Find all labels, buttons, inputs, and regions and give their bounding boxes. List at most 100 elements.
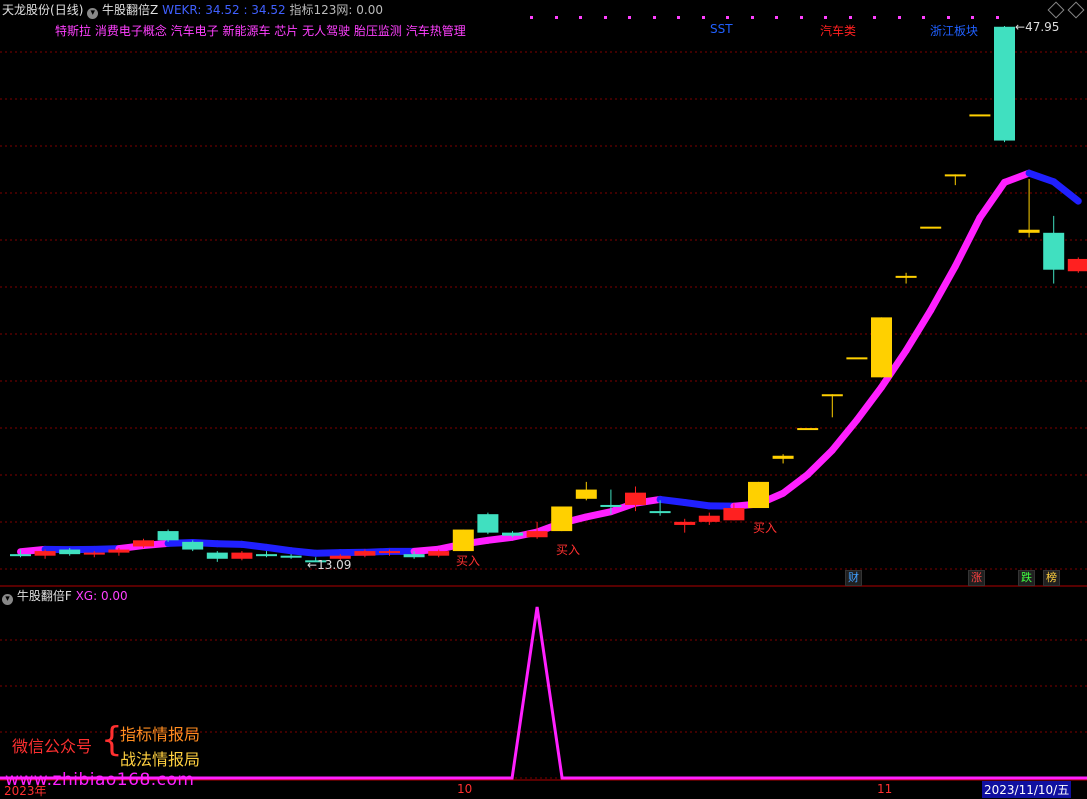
candle-body <box>945 174 966 176</box>
ma-segment <box>906 310 931 350</box>
candle-body <box>699 516 720 522</box>
candle-body <box>281 556 302 558</box>
candle-body <box>477 514 498 532</box>
index-label: 指标123网: 0.00 <box>289 3 382 17</box>
badge-cai[interactable]: 财 <box>845 570 862 586</box>
candle-body <box>453 530 474 552</box>
ma-segment <box>217 544 242 545</box>
dot-marker <box>873 16 876 19</box>
chart-grid <box>0 52 1087 778</box>
axis-current-date[interactable]: 2023/11/10/五 <box>982 781 1071 798</box>
candle-body <box>871 317 892 377</box>
candle-body <box>59 550 80 555</box>
buy-label-3: 买入 <box>753 519 777 536</box>
wechat-label: 微信公众号 <box>12 733 92 757</box>
ma-segment <box>1029 173 1054 182</box>
ma-segment <box>94 549 119 550</box>
badge-zhang[interactable]: 涨 <box>968 570 985 586</box>
ma-segment <box>931 266 956 310</box>
candle-body <box>797 428 818 430</box>
dot-marker <box>604 16 607 19</box>
dot-marker <box>653 16 656 19</box>
dot-marker <box>947 16 950 19</box>
ma-segment <box>316 553 341 554</box>
candle-body <box>182 542 203 550</box>
candle-body <box>650 511 671 513</box>
candle-body <box>969 114 990 116</box>
candle-body <box>428 551 449 556</box>
dot-marker <box>628 16 631 19</box>
candle-body <box>158 531 179 540</box>
candle-body <box>551 506 572 531</box>
sub-indicator-name[interactable]: 牛股翻倍F <box>17 589 72 603</box>
dot-marker <box>530 16 533 19</box>
axis-year: 2023年 <box>4 782 47 799</box>
watermark-line1: 指标情报局 <box>120 721 200 745</box>
axis-nov: 11 <box>877 782 892 796</box>
ma-segment <box>857 387 882 420</box>
badge-bang[interactable]: 榜 <box>1043 570 1060 586</box>
candlestick-series <box>10 26 1087 562</box>
price-chart <box>0 0 1087 797</box>
dot-marker <box>751 16 754 19</box>
candle-body <box>896 276 917 278</box>
ma-segment <box>685 502 710 505</box>
ma-segment <box>586 512 611 517</box>
dot-marker <box>677 16 680 19</box>
candle-body <box>994 27 1015 141</box>
candle-body <box>133 540 154 546</box>
badge-die[interactable]: 跌 <box>1018 570 1035 586</box>
dot-marker <box>555 16 558 19</box>
candle-body <box>527 531 548 537</box>
candle-body <box>748 482 769 508</box>
candle-body <box>10 554 31 556</box>
candle-body <box>84 553 105 555</box>
ma-segment <box>808 450 833 474</box>
ma-segment <box>267 547 292 550</box>
dot-marker <box>849 16 852 19</box>
candle-body <box>822 394 843 396</box>
tag-zhejiang: 浙江板块 <box>930 22 978 39</box>
dot-marker <box>996 16 999 19</box>
xg-value: XG: 0.00 <box>76 589 128 603</box>
dot-marker <box>579 16 582 19</box>
sub-dropdown-icon[interactable]: ▾ <box>2 594 13 605</box>
dot-marker <box>922 16 925 19</box>
axis-oct: 10 <box>457 782 472 796</box>
ma-segment <box>1054 182 1079 201</box>
candle-body <box>576 490 597 499</box>
ma-segment <box>291 551 316 553</box>
ma-segment <box>242 544 267 547</box>
ma-segment <box>832 420 857 450</box>
concept-tags: 特斯拉 消费电子概念 汽车电子 新能源车 芯片 无人驾驶 胎压监测 汽车热管理 <box>55 22 466 39</box>
sub-panel-header: ▾ 牛股翻倍F XG: 0.00 <box>2 588 128 605</box>
candle-body <box>35 551 56 556</box>
candle-body <box>231 553 252 559</box>
ma-segment <box>414 549 439 551</box>
wekr-value2: : 34.52 <box>243 3 285 17</box>
candle-body <box>404 554 425 557</box>
dot-marker <box>775 16 778 19</box>
ma-segment <box>660 499 685 502</box>
indicator-name[interactable]: 牛股翻倍Z <box>102 3 158 17</box>
high-price-value: 47.95 <box>1025 20 1059 34</box>
buy-label-1: 买入 <box>456 552 480 569</box>
candle-body <box>625 493 646 505</box>
top-dot-markers <box>0 16 1087 20</box>
candle-body <box>354 551 375 556</box>
candle-body <box>846 357 867 359</box>
dot-marker <box>898 16 901 19</box>
candle-body <box>773 456 794 459</box>
candle-body <box>600 505 621 507</box>
candle-body <box>502 533 523 536</box>
candle-body <box>674 522 695 525</box>
candle-body <box>1019 230 1040 233</box>
watermark-line2: 战法情报局 <box>120 746 200 770</box>
low-price-value: 13.09 <box>317 558 351 572</box>
ma-segment <box>955 218 980 267</box>
dot-marker <box>824 16 827 19</box>
candle-body <box>379 551 400 553</box>
ma-segment <box>1005 173 1030 182</box>
buy-label-2: 买入 <box>556 541 580 558</box>
high-price-label: ←47.95 <box>1015 20 1059 34</box>
